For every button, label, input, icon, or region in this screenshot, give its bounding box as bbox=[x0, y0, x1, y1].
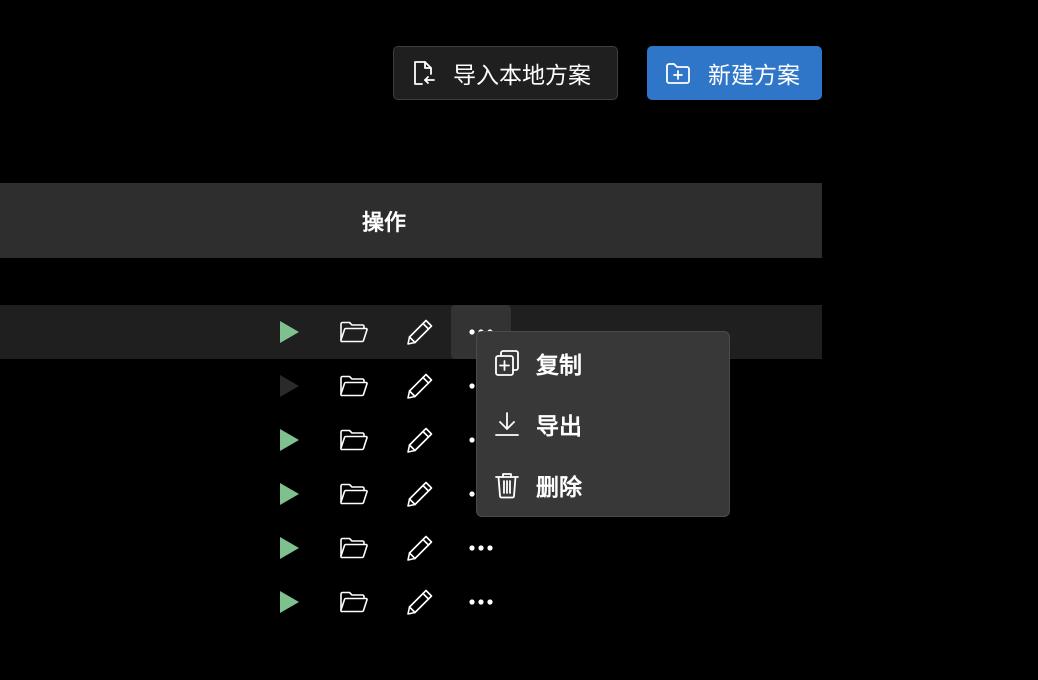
edit-button[interactable] bbox=[400, 521, 440, 575]
open-folder-button[interactable] bbox=[334, 359, 374, 413]
menu-item-export[interactable]: 导出 bbox=[477, 399, 729, 449]
file-import-icon bbox=[409, 59, 437, 87]
pencil-icon bbox=[407, 589, 433, 615]
trash-icon bbox=[492, 470, 522, 500]
open-folder-button[interactable] bbox=[334, 305, 374, 359]
folder-open-icon bbox=[340, 483, 368, 505]
run-button[interactable] bbox=[269, 359, 309, 413]
edit-button[interactable] bbox=[400, 413, 440, 467]
run-button[interactable] bbox=[269, 575, 309, 629]
menu-item-copy[interactable]: 复制 bbox=[477, 338, 729, 388]
menu-item-delete[interactable]: 删除 bbox=[477, 460, 729, 510]
folder-open-icon bbox=[340, 375, 368, 397]
play-icon bbox=[280, 429, 299, 451]
import-local-plan-button[interactable]: 导入本地方案 bbox=[393, 46, 618, 100]
more-horizontal-icon bbox=[469, 599, 493, 605]
play-icon bbox=[280, 375, 299, 397]
pencil-icon bbox=[407, 481, 433, 507]
column-header-operations: 操作 bbox=[361, 210, 406, 236]
menu-item-copy-label: 复制 bbox=[536, 353, 582, 379]
open-folder-button[interactable] bbox=[334, 413, 374, 467]
open-folder-button[interactable] bbox=[334, 575, 374, 629]
menu-item-delete-label: 删除 bbox=[536, 475, 582, 501]
more-horizontal-icon bbox=[469, 545, 493, 551]
play-icon bbox=[280, 537, 299, 559]
new-plan-label: 新建方案 bbox=[708, 63, 800, 89]
new-plan-button[interactable]: 新建方案 bbox=[647, 46, 822, 100]
play-icon bbox=[280, 591, 299, 613]
edit-button[interactable] bbox=[400, 467, 440, 521]
table-row bbox=[0, 521, 822, 575]
play-icon bbox=[280, 321, 299, 343]
folder-open-icon bbox=[340, 321, 368, 343]
pencil-icon bbox=[407, 535, 433, 561]
copy-icon bbox=[492, 348, 522, 378]
run-button[interactable] bbox=[269, 521, 309, 575]
table-row bbox=[0, 575, 822, 629]
pencil-icon bbox=[407, 427, 433, 453]
folder-add-icon bbox=[664, 59, 692, 87]
open-folder-button[interactable] bbox=[334, 467, 374, 521]
more-actions-button[interactable] bbox=[451, 521, 511, 575]
run-button[interactable] bbox=[269, 413, 309, 467]
folder-open-icon bbox=[340, 537, 368, 559]
download-icon bbox=[492, 409, 522, 439]
table-header: 操作 bbox=[0, 183, 822, 258]
edit-button[interactable] bbox=[400, 575, 440, 629]
edit-button[interactable] bbox=[400, 305, 440, 359]
menu-item-export-label: 导出 bbox=[536, 414, 582, 440]
folder-open-icon bbox=[340, 429, 368, 451]
run-button[interactable] bbox=[269, 305, 309, 359]
open-folder-button[interactable] bbox=[334, 521, 374, 575]
pencil-icon bbox=[407, 319, 433, 345]
edit-button[interactable] bbox=[400, 359, 440, 413]
pencil-icon bbox=[407, 373, 433, 399]
import-local-plan-label: 导入本地方案 bbox=[453, 63, 591, 89]
folder-open-icon bbox=[340, 591, 368, 613]
page: 导入本地方案 新建方案 操作 复制 导出 删除 bbox=[0, 0, 1038, 680]
more-actions-menu: 复制 导出 删除 bbox=[476, 331, 730, 517]
more-actions-button[interactable] bbox=[451, 575, 511, 629]
run-button[interactable] bbox=[269, 467, 309, 521]
play-icon bbox=[280, 483, 299, 505]
